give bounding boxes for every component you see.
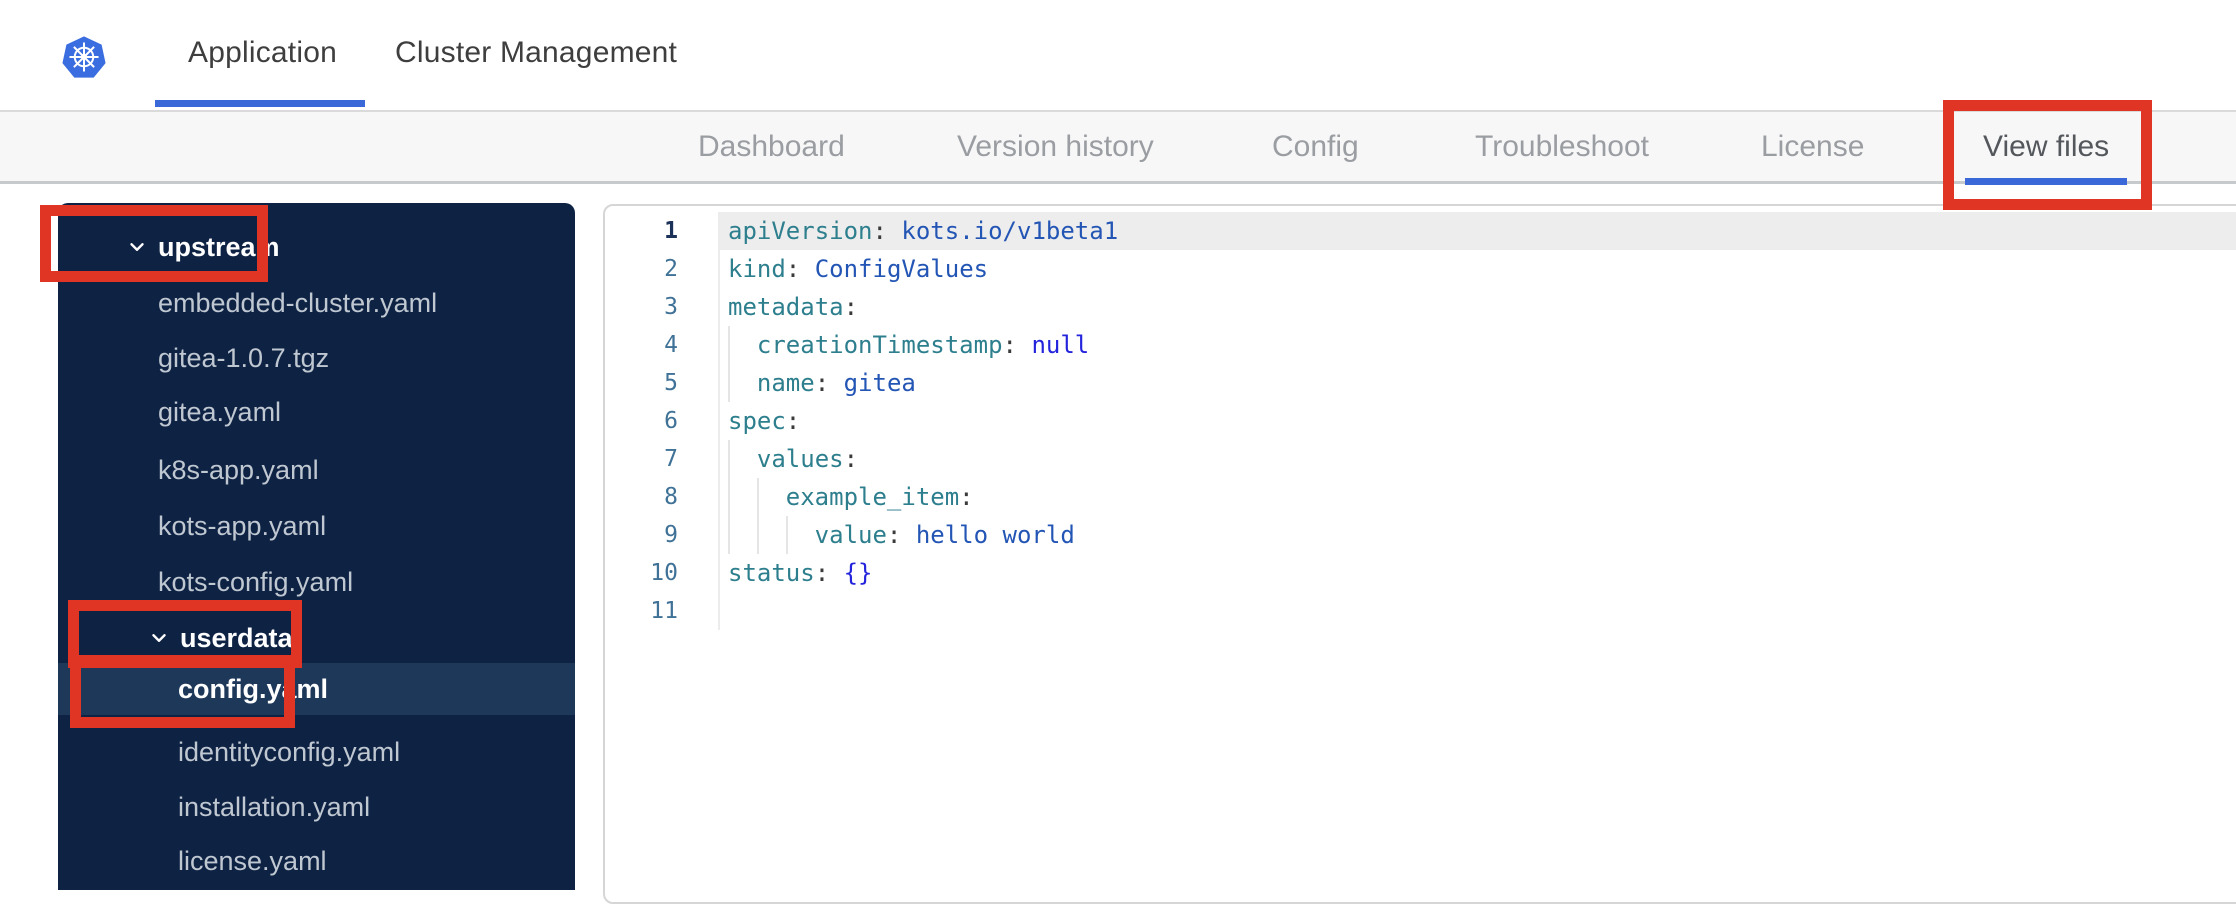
subnav-tab-dashboard[interactable]: Dashboard — [698, 112, 845, 181]
line-number: 8 — [605, 478, 720, 516]
subnav-tab-config[interactable]: Config — [1272, 112, 1359, 181]
line-number: 10 — [605, 554, 720, 592]
indent-guide — [728, 440, 757, 478]
code-lines: 1 apiVersion: kots.io/v1beta1 2 kind: Confi… — [605, 212, 2236, 630]
tree-file-installation-yaml[interactable]: installation.yaml — [58, 781, 575, 833]
code-text: name: gitea — [720, 364, 2236, 402]
code-line: 3 metadata: — [605, 288, 2236, 326]
subnav-tab-version-history[interactable]: Version history — [957, 112, 1154, 181]
code-line: 8 example_item: — [605, 478, 2236, 516]
tree-file-kots-app-yaml[interactable]: kots-app.yaml — [58, 500, 575, 552]
code-line: 2 kind: ConfigValues — [605, 250, 2236, 288]
annotation-box-config-yaml — [70, 655, 295, 728]
app-header: Application Cluster Management — [0, 0, 2236, 110]
indent-guide — [756, 478, 786, 516]
annotation-box-view-files — [1943, 100, 2152, 210]
code-line: 10 status: {} — [605, 554, 2236, 592]
code-line: 9 value: hello world — [605, 516, 2236, 554]
indent-guide — [728, 364, 757, 402]
code-line: 7 values: — [605, 440, 2236, 478]
subnav-tab-troubleshoot[interactable]: Troubleshoot — [1475, 112, 1649, 181]
indent-guide — [785, 516, 815, 554]
kubernetes-logo[interactable] — [62, 32, 106, 82]
line-number: 11 — [605, 592, 720, 630]
tree-file-k8s-app-yaml[interactable]: k8s-app.yaml — [58, 444, 575, 496]
code-text: status: {} — [728, 559, 873, 587]
line-number: 7 — [605, 440, 720, 478]
code-text: kind: ConfigValues — [728, 255, 989, 283]
line-number: 3 — [605, 288, 720, 326]
subnav-tab-license[interactable]: License — [1761, 112, 1864, 181]
code-text: values: — [720, 440, 2236, 478]
code-text: creationTimestamp: null — [720, 326, 2236, 364]
tree-file-license-yaml[interactable]: license.yaml — [58, 835, 575, 887]
code-line: 5 name: gitea — [605, 364, 2236, 402]
code-text: apiVersion: kots.io/v1beta1 — [720, 212, 2236, 250]
tree-file-identityconfig-yaml[interactable]: identityconfig.yaml — [58, 726, 575, 778]
line-number: 2 — [605, 250, 720, 288]
line-number: 6 — [605, 402, 720, 440]
annotation-box-upstream — [40, 205, 268, 282]
code-line: 4 creationTimestamp: null — [605, 326, 2236, 364]
file-tree-sidebar: upstream embedded-cluster.yaml gitea-1.0… — [58, 203, 575, 890]
code-line: 11 — [605, 592, 2236, 630]
indent-guide — [728, 516, 757, 554]
line-number: 4 — [605, 326, 720, 364]
tree-file-gitea-yaml[interactable]: gitea.yaml — [58, 386, 575, 438]
tree-file-gitea-tgz[interactable]: gitea-1.0.7.tgz — [58, 332, 575, 384]
code-line: 6 spec: — [605, 402, 2236, 440]
header-tab-application[interactable]: Application — [188, 36, 337, 70]
code-text: example_item: — [720, 478, 2236, 516]
line-number: 5 — [605, 364, 720, 402]
file-viewer-panel[interactable]: 1 apiVersion: kots.io/v1beta1 2 kind: Confi… — [603, 204, 2236, 904]
active-tab-underline — [155, 100, 365, 107]
header-tab-cluster-management[interactable]: Cluster Management — [395, 36, 677, 70]
line-number: 9 — [605, 516, 720, 554]
indent-guide — [728, 478, 757, 516]
code-text: value: hello world — [720, 516, 2236, 554]
code-text: spec: — [728, 407, 801, 435]
line-number: 1 — [605, 212, 720, 250]
indent-guide — [728, 326, 757, 364]
indent-guide — [756, 516, 786, 554]
app-subnav: Dashboard Version history Config Trouble… — [0, 110, 2236, 184]
tree-file-embedded-cluster-yaml[interactable]: embedded-cluster.yaml — [58, 277, 575, 329]
code-text: metadata: — [728, 293, 859, 321]
code-line: 1 apiVersion: kots.io/v1beta1 — [605, 212, 2236, 250]
